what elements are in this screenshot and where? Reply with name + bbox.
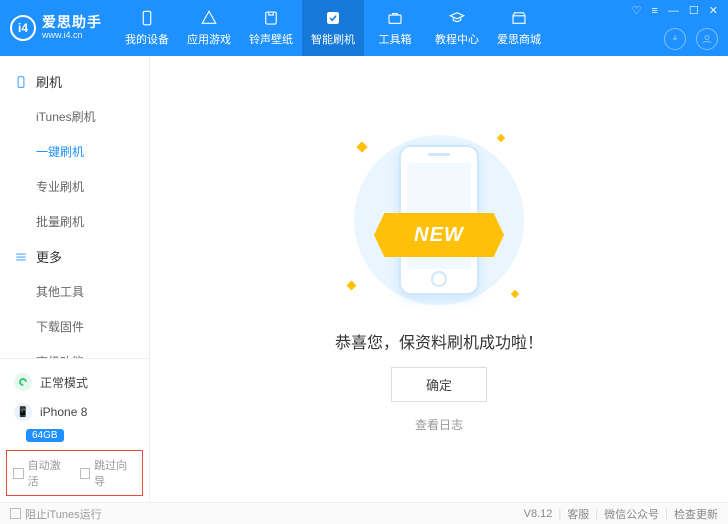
nav-label: 爱思商城	[497, 31, 541, 47]
device-name[interactable]: 📱 iPhone 8	[0, 397, 149, 427]
sidebar-group-title: 刷机	[36, 72, 62, 91]
view-log-link[interactable]: 查看日志	[415, 416, 463, 433]
sidebar-group-title: 更多	[36, 247, 62, 266]
support-link[interactable]: 客服	[567, 506, 589, 522]
more-icon	[14, 250, 28, 264]
sidebar-item-download-firmware[interactable]: 下载固件	[0, 309, 149, 344]
nav-label: 教程中心	[435, 31, 479, 47]
sidebar-item-advanced[interactable]: 高级功能	[0, 344, 149, 358]
logo-subtitle: www.i4.cn	[42, 31, 102, 41]
checkbox-label: 跳过向导	[94, 457, 136, 489]
main-content: NEW 恭喜您，保资料刷机成功啦！ 确定 查看日志	[150, 56, 728, 502]
checkbox-icon	[13, 468, 24, 479]
minimize-icon[interactable]: —	[668, 5, 679, 17]
checkbox-icon	[80, 468, 91, 479]
nav-label: 我的设备	[125, 31, 169, 47]
checkbox-auto-activate[interactable]: 自动激活	[13, 457, 70, 489]
phone-icon	[14, 75, 28, 89]
sidebar: 刷机 iTunes刷机 一键刷机 专业刷机 批量刷机 更多 其他工具 下载固件 …	[0, 56, 150, 502]
top-nav: 我的设备 应用游戏 铃声壁纸 智能刷机 工具箱 教程中心 爱思商城	[116, 0, 550, 56]
check-update-link[interactable]: 检查更新	[674, 506, 718, 522]
device-label: iPhone 8	[40, 405, 87, 419]
ringtone-icon	[262, 9, 280, 27]
sidebar-group-flash: 刷机	[0, 64, 149, 99]
nav-flash[interactable]: 智能刷机	[302, 0, 364, 56]
nav-apps[interactable]: 应用游戏	[178, 0, 240, 56]
nav-toolbox[interactable]: 工具箱	[364, 0, 426, 56]
sidebar-item-itunes-flash[interactable]: iTunes刷机	[0, 99, 149, 134]
checkbox-block-itunes[interactable]: 阻止iTunes运行	[10, 506, 102, 522]
device-icon: 📱	[14, 403, 32, 421]
sidebar-item-other-tools[interactable]: 其他工具	[0, 274, 149, 309]
success-illustration: NEW	[324, 125, 554, 315]
sidebar-item-pro-flash[interactable]: 专业刷机	[0, 169, 149, 204]
nav-label: 工具箱	[379, 31, 412, 47]
checkbox-skip-guide[interactable]: 跳过向导	[80, 457, 137, 489]
logo-badge: i4	[10, 15, 36, 41]
logo-title: 爱思助手	[42, 15, 102, 30]
storage-badge: 64GB	[26, 429, 64, 442]
sidebar-item-oneclick-flash[interactable]: 一键刷机	[0, 134, 149, 169]
nav-ringtones[interactable]: 铃声壁纸	[240, 0, 302, 56]
nav-label: 铃声壁纸	[249, 31, 293, 47]
maximize-icon[interactable]: ☐	[689, 4, 699, 17]
checkbox-label: 自动激活	[28, 457, 70, 489]
mode-label: 正常模式	[40, 374, 88, 391]
success-message: 恭喜您，保资料刷机成功啦！	[335, 329, 543, 353]
version-label: V8.12	[524, 508, 553, 520]
tutorial-icon	[448, 9, 466, 27]
nav-label: 应用游戏	[187, 31, 231, 47]
flash-options-highlight: 自动激活 跳过向导	[6, 450, 143, 496]
wechat-link[interactable]: 微信公众号	[604, 506, 659, 522]
nav-label: 智能刷机	[311, 31, 355, 47]
store-icon	[510, 9, 528, 27]
menu-icon[interactable]: ♡	[632, 4, 642, 17]
ok-button[interactable]: 确定	[391, 367, 487, 402]
status-bar: 阻止iTunes运行 V8.12 | 客服 | 微信公众号 | 检查更新	[0, 502, 728, 524]
checkbox-label: 阻止iTunes运行	[25, 506, 102, 522]
new-ribbon: NEW	[374, 213, 504, 257]
nav-my-device[interactable]: 我的设备	[116, 0, 178, 56]
flash-icon	[324, 9, 342, 27]
window-controls: ♡ ≡ — ☐ ✕	[632, 4, 718, 17]
close-icon[interactable]: ✕	[709, 4, 718, 17]
download-icon[interactable]	[664, 28, 686, 50]
sidebar-group-more: 更多	[0, 239, 149, 274]
apps-icon	[200, 9, 218, 27]
app-header: i4 爱思助手 www.i4.cn 我的设备 应用游戏 铃声壁纸 智能刷机 工具…	[0, 0, 728, 56]
sidebar-item-batch-flash[interactable]: 批量刷机	[0, 204, 149, 239]
app-logo: i4 爱思助手 www.i4.cn	[0, 15, 116, 41]
checkbox-icon	[10, 508, 21, 519]
toolbox-icon	[386, 9, 404, 27]
user-icon[interactable]	[696, 28, 718, 50]
device-icon	[138, 9, 156, 27]
nav-tutorials[interactable]: 教程中心	[426, 0, 488, 56]
device-mode[interactable]: 正常模式	[0, 367, 149, 397]
menu-icon[interactable]: ≡	[651, 5, 657, 17]
nav-store[interactable]: 爱思商城	[488, 0, 550, 56]
mode-icon	[14, 373, 32, 391]
